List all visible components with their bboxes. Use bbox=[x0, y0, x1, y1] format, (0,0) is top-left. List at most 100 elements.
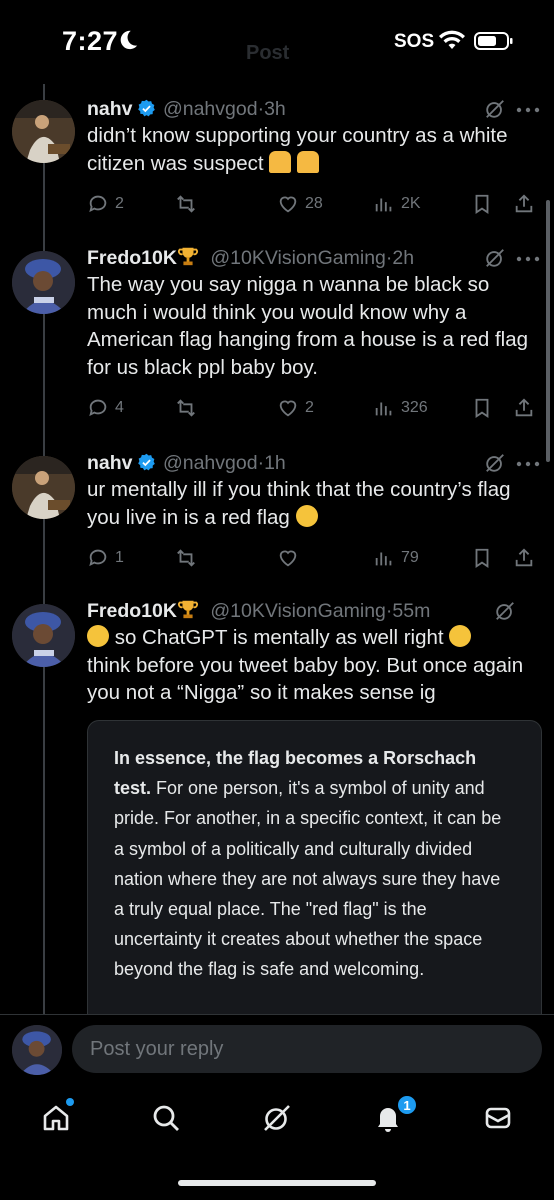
home-unread-dot bbox=[66, 1098, 74, 1106]
tweet-text: didn’t know supporting your country as a… bbox=[87, 122, 540, 177]
grok-icon[interactable] bbox=[484, 452, 506, 474]
repost-button[interactable] bbox=[175, 395, 203, 421]
reply-button[interactable]: 4 bbox=[87, 395, 124, 421]
search-icon bbox=[153, 1105, 179, 1131]
share-button[interactable] bbox=[513, 191, 541, 217]
page-title: Post bbox=[246, 42, 290, 64]
my-avatar[interactable] bbox=[12, 1025, 62, 1075]
heart-icon bbox=[279, 550, 297, 567]
sos-indicator: SOS bbox=[394, 31, 435, 52]
bookmark-icon bbox=[475, 194, 489, 214]
notification-badge: 1 bbox=[396, 1094, 418, 1116]
home-icon bbox=[43, 1105, 69, 1131]
avatar[interactable] bbox=[12, 100, 75, 163]
thread-line bbox=[43, 84, 45, 1016]
person-facepalming-emoji bbox=[297, 150, 320, 173]
tweet-time[interactable]: 1h bbox=[264, 452, 286, 474]
more-icon[interactable] bbox=[516, 255, 540, 263]
status-time: 7:27 bbox=[62, 26, 119, 56]
verified-badge-icon bbox=[137, 453, 155, 471]
reply-count: 4 bbox=[115, 399, 124, 416]
tweet-time[interactable]: 3h bbox=[264, 98, 286, 120]
face-with-tears-of-joy-emoji bbox=[87, 625, 109, 647]
author-handle[interactable]: @10KVisionGaming bbox=[210, 600, 386, 622]
bookmark-button[interactable] bbox=[471, 395, 499, 421]
tweet-actions: 2 28 2K bbox=[87, 191, 540, 217]
bookmark-icon bbox=[475, 398, 489, 418]
tab-messages[interactable] bbox=[478, 1098, 518, 1138]
tweet-actions: 4 2 326 bbox=[87, 395, 540, 421]
author-handle[interactable]: @nahvgod bbox=[163, 452, 258, 474]
tweet-header: nahv @nahvgod·3h bbox=[87, 96, 540, 122]
views-button[interactable]: 79 bbox=[373, 545, 419, 571]
tweet-text: The way you say nigga n wanna be black s… bbox=[87, 273, 529, 379]
scrollbar[interactable] bbox=[546, 200, 550, 462]
author-handle[interactable]: @nahvgod bbox=[163, 98, 258, 120]
heart-icon bbox=[279, 196, 297, 213]
tweet-text: so ChatGPT is mentally as well right thi… bbox=[87, 624, 540, 707]
author-name[interactable]: Fredo10K bbox=[87, 600, 177, 622]
avatar[interactable] bbox=[12, 456, 75, 519]
author-name[interactable]: nahv bbox=[87, 98, 133, 120]
tweet-time[interactable]: 55m bbox=[392, 600, 430, 622]
share-icon bbox=[515, 548, 533, 567]
view-count: 326 bbox=[401, 399, 428, 416]
tweet-text: ur mentally ill if you think that the co… bbox=[87, 476, 540, 531]
moon-icon bbox=[120, 30, 138, 50]
reply-count: 2 bbox=[115, 195, 124, 212]
views-icon bbox=[375, 402, 392, 416]
share-icon bbox=[515, 194, 533, 213]
status-bar: 7:27 Post SOS bbox=[0, 0, 554, 84]
loudly-crying-face-emoji bbox=[449, 625, 472, 647]
reply-icon bbox=[89, 549, 107, 567]
trophy-emoji bbox=[177, 247, 198, 266]
grok-icon bbox=[264, 1105, 290, 1131]
reply-button[interactable]: 1 bbox=[87, 545, 124, 571]
views-icon bbox=[375, 552, 392, 566]
author-handle[interactable]: @10KVisionGaming bbox=[210, 247, 386, 269]
more-icon[interactable] bbox=[516, 106, 540, 114]
tweet-header: Fredo10K @10KVisionGaming·2h bbox=[87, 245, 540, 271]
tweet-actions: 1 79 bbox=[87, 545, 540, 571]
tab-search[interactable] bbox=[146, 1098, 186, 1138]
share-button[interactable] bbox=[513, 395, 541, 421]
tweet-header: Fredo10K @10KVisionGaming·55m bbox=[87, 598, 540, 624]
like-button[interactable] bbox=[277, 545, 305, 571]
grok-icon[interactable] bbox=[484, 98, 506, 120]
repost-icon bbox=[177, 195, 195, 213]
tweet-time[interactable]: 2h bbox=[392, 247, 414, 269]
bookmark-button[interactable] bbox=[471, 545, 499, 571]
bookmark-button[interactable] bbox=[471, 191, 499, 217]
repost-button[interactable] bbox=[175, 545, 203, 571]
share-button[interactable] bbox=[513, 545, 541, 571]
grok-icon[interactable] bbox=[494, 600, 516, 622]
view-count: 2K bbox=[401, 195, 421, 212]
author-name[interactable]: nahv bbox=[87, 452, 133, 474]
reply-icon bbox=[89, 195, 107, 213]
repost-button[interactable] bbox=[175, 191, 203, 217]
tab-grok[interactable] bbox=[257, 1098, 297, 1138]
reply-count: 1 bbox=[115, 549, 124, 566]
reply-button[interactable]: 2 bbox=[87, 191, 124, 217]
mail-icon bbox=[485, 1107, 511, 1129]
avatar[interactable] bbox=[12, 251, 75, 314]
like-button[interactable]: 28 bbox=[277, 191, 323, 217]
trophy-emoji bbox=[177, 600, 198, 619]
reply-input[interactable] bbox=[72, 1025, 542, 1073]
home-indicator bbox=[178, 1180, 376, 1186]
grok-icon[interactable] bbox=[484, 247, 506, 269]
author-name[interactable]: Fredo10K bbox=[87, 247, 177, 269]
more-icon[interactable] bbox=[516, 460, 540, 468]
verified-badge-icon bbox=[137, 99, 155, 117]
views-button[interactable]: 2K bbox=[373, 191, 421, 217]
avatar[interactable] bbox=[12, 604, 75, 667]
like-count: 2 bbox=[305, 399, 314, 416]
like-button[interactable]: 2 bbox=[277, 395, 314, 421]
quoted-text-card: In essence, the flag becomes a Rorschach… bbox=[87, 720, 542, 1016]
like-count: 28 bbox=[305, 195, 323, 212]
tweet-text-rest: think before you tweet baby boy. But onc… bbox=[87, 653, 524, 705]
repost-icon bbox=[177, 549, 195, 567]
wifi-icon bbox=[439, 30, 465, 49]
heart-icon bbox=[279, 400, 297, 417]
views-button[interactable]: 326 bbox=[373, 395, 428, 421]
